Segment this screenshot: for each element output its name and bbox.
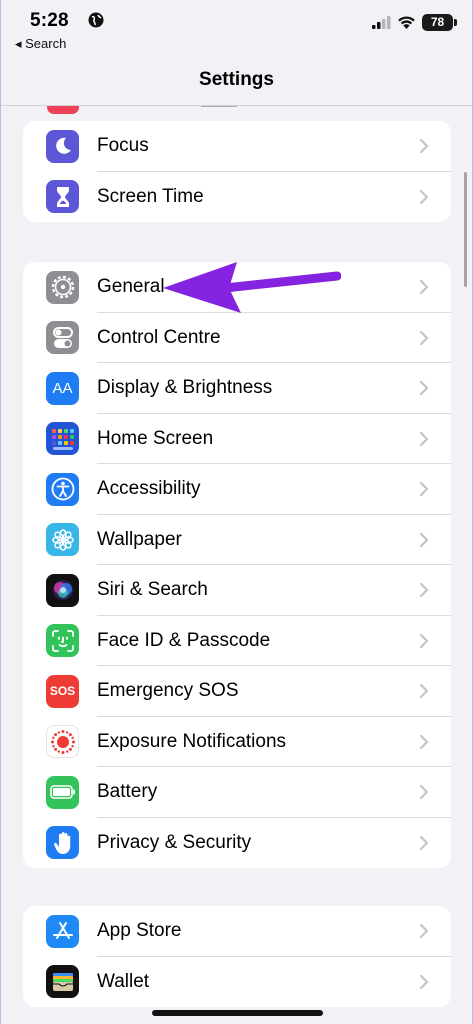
- settings-row-wallpaper[interactable]: Wallpaper: [23, 515, 451, 565]
- sos-icon: SOS: [46, 674, 79, 708]
- settings-row-label: Battery: [97, 781, 158, 803]
- chevron-right-icon: [419, 482, 429, 497]
- settings-row-label: Accessibility: [97, 478, 201, 500]
- settings-row-display-brightness[interactable]: AA Display & Brightness: [23, 363, 451, 414]
- chevron-right-icon: [419, 734, 429, 749]
- face-id-icon: [46, 624, 79, 658]
- battery-setting-icon: [46, 775, 79, 809]
- home-indicator[interactable]: [152, 1010, 323, 1016]
- settings-row-focus[interactable]: Focus: [23, 121, 451, 172]
- settings-row-label: Home Screen: [97, 427, 214, 449]
- page-title: Settings: [199, 69, 274, 90]
- settings-row-label: Emergency SOS: [97, 680, 239, 702]
- flower-icon: [46, 523, 79, 557]
- chevron-right-icon: [419, 330, 429, 345]
- settings-row-label: Siri & Search: [97, 579, 208, 601]
- hand-icon: [46, 826, 79, 860]
- navigation-bar: Settings: [1, 56, 472, 106]
- chevron-right-icon: [419, 785, 429, 800]
- settings-row-label: Exposure Notifications: [97, 730, 287, 752]
- settings-row-wallet[interactable]: Wallet: [23, 957, 451, 1008]
- settings-row-accessibility[interactable]: Accessibility: [23, 464, 451, 515]
- settings-row-label: Control Centre: [97, 326, 221, 348]
- wallet-icon: [46, 965, 79, 999]
- settings-row-screen-time[interactable]: Screen Time: [23, 172, 451, 223]
- chevron-right-icon: [419, 924, 429, 939]
- exposure-icon: [46, 725, 79, 759]
- settings-row-control-centre[interactable]: Control Centre: [23, 313, 451, 363]
- text-size-icon: AA: [46, 371, 79, 405]
- battery-icon: 78: [422, 14, 457, 31]
- status-bar: 5:28 ◂ Search 78: [1, 0, 472, 56]
- chevron-right-icon: [419, 431, 429, 446]
- cellular-signal-icon: [372, 16, 392, 34]
- settings-row-exposure-notifications[interactable]: Exposure Notifications: [23, 717, 451, 767]
- app-grid-icon: [46, 422, 79, 456]
- settings-row-label: Wallet: [97, 970, 150, 992]
- chevron-right-icon: [419, 974, 429, 989]
- annotation-arrow-icon: [163, 262, 341, 313]
- chevron-right-icon: [419, 684, 429, 699]
- gear-icon: [46, 270, 79, 304]
- hourglass-icon: [46, 180, 79, 214]
- settings-row-face-id[interactable]: Face ID & Passcode: [23, 616, 451, 666]
- settings-row-emergency-sos[interactable]: SOS Emergency SOS: [23, 666, 451, 717]
- settings-row-privacy-security[interactable]: Privacy & Security: [23, 818, 451, 869]
- wifi-icon: [397, 14, 416, 34]
- chevron-right-icon: [419, 532, 429, 547]
- settings-row-label: Focus: [97, 135, 149, 157]
- siri-icon: [46, 573, 79, 607]
- settings-row-siri-search[interactable]: Siri & Search: [23, 565, 451, 616]
- moon-icon: [46, 129, 79, 163]
- settings-group-focus: Focus Screen Time: [23, 121, 451, 222]
- settings-row-label: Display & Brightness: [97, 377, 273, 399]
- settings-row-label: Screen Time: [97, 185, 204, 207]
- chevron-right-icon: [419, 280, 429, 295]
- globe-icon: [88, 12, 104, 28]
- settings-row-home-screen[interactable]: Home Screen: [23, 414, 451, 464]
- app-store-icon: [46, 914, 79, 948]
- settings-row-label: General: [97, 276, 165, 298]
- settings-row-battery[interactable]: Battery: [23, 767, 451, 818]
- status-time: 5:28: [30, 10, 69, 31]
- settings-row-app-store[interactable]: App Store: [23, 906, 451, 957]
- settings-group-apps: App Store Wallet: [23, 906, 451, 1007]
- settings-row-label: App Store: [97, 920, 182, 942]
- chevron-right-icon: [419, 189, 429, 204]
- back-to-search-link[interactable]: ◂ Search: [15, 36, 66, 52]
- chevron-right-icon: [419, 381, 429, 396]
- accessibility-icon: [46, 472, 79, 506]
- scrollbar[interactable]: [464, 172, 467, 287]
- settings-row-label: Wallpaper: [97, 528, 182, 550]
- settings-row-label: Face ID & Passcode: [97, 629, 271, 651]
- chevron-right-icon: [419, 583, 429, 598]
- chevron-right-icon: [419, 139, 429, 154]
- settings-row-label: Privacy & Security: [97, 831, 252, 853]
- chevron-right-icon: [419, 633, 429, 648]
- settings-group-general: General Control Centre AA Display & Brig…: [23, 262, 451, 868]
- toggles-icon: [46, 321, 79, 355]
- chevron-right-icon: [419, 835, 429, 850]
